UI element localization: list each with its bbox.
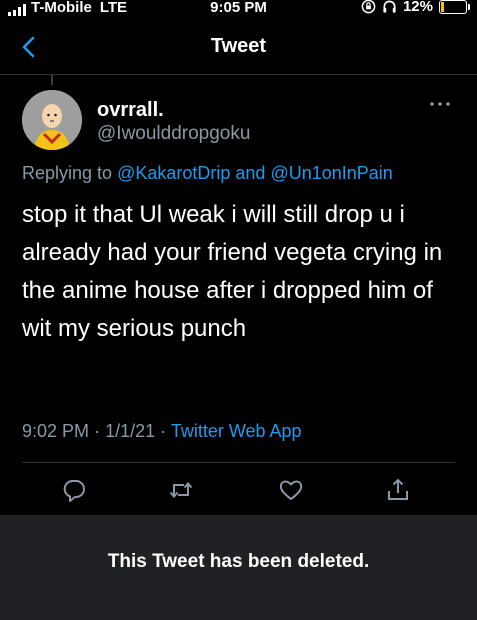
- status-right: 12%: [361, 0, 470, 15]
- battery-level: [441, 1, 445, 12]
- tweet-date: 1/1/21: [105, 421, 156, 441]
- retweet-icon[interactable]: [168, 477, 194, 503]
- user-handle[interactable]: @Iwoulddropgoku: [97, 123, 250, 145]
- avatar[interactable]: [22, 90, 82, 150]
- reply-icon[interactable]: [61, 477, 87, 503]
- battery-icon: [439, 0, 470, 14]
- page-title: Tweet: [210, 35, 267, 57]
- meta-separator: ·: [160, 421, 167, 441]
- replying-to-line: Replying to @KakarotDrip and @Un1onInPai…: [22, 163, 393, 184]
- status-bar: T-Mobile LTE 9:05 PM 12%: [0, 0, 477, 20]
- avatar-image: [22, 90, 82, 150]
- replying-to-prefix: Replying to: [22, 163, 113, 183]
- deleted-tweet-banner: This Tweet has been deleted.: [0, 515, 477, 620]
- like-icon[interactable]: [278, 477, 304, 503]
- screen-rotation-lock-icon: [361, 0, 376, 14]
- tweet-meta: 9:02 PM · 1/1/21 · Twitter Web App: [22, 421, 302, 442]
- thread-connector-line: [51, 75, 53, 85]
- mention-link[interactable]: @Un1onInPain: [270, 163, 392, 183]
- mention-link[interactable]: @KakarotDrip: [117, 163, 230, 183]
- battery-percent: 12%: [402, 0, 433, 15]
- tweet-source-link[interactable]: Twitter Web App: [171, 421, 302, 441]
- nav-header: Tweet: [0, 20, 477, 75]
- action-bar: [0, 471, 477, 507]
- tweet-time: 9:02 PM: [22, 421, 90, 441]
- more-options-icon[interactable]: [427, 98, 453, 110]
- tweet-text: stop it that Ul weak i will still drop u…: [22, 201, 443, 342]
- headphones-icon: [383, 0, 396, 13]
- meta-separator: ·: [94, 421, 101, 441]
- display-name[interactable]: ovrrall.: [97, 99, 164, 122]
- share-icon[interactable]: [385, 477, 411, 503]
- divider: [22, 462, 455, 463]
- replying-to-joiner: and: [235, 163, 266, 183]
- deleted-tweet-notice: This Tweet has been deleted.: [107, 551, 370, 572]
